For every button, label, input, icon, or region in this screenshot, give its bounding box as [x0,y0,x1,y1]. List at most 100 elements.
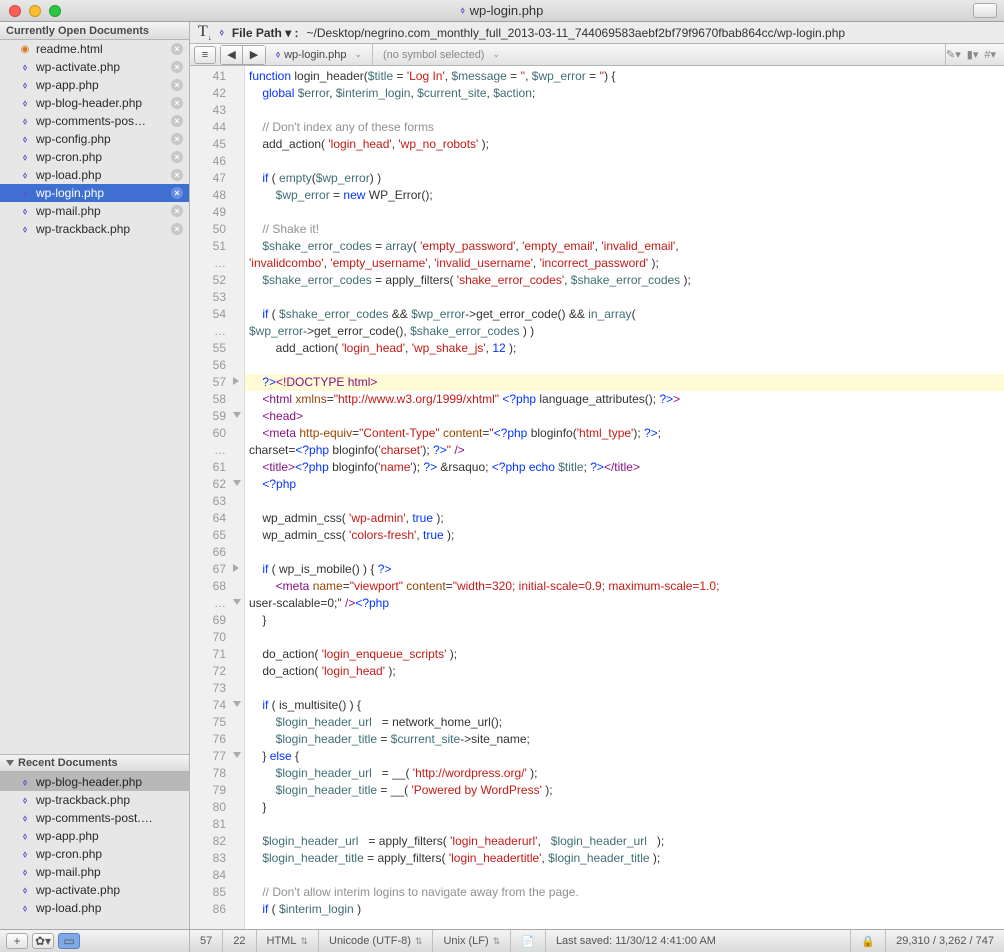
line-indicator[interactable]: 57 [190,930,223,952]
code-line[interactable]: <head> [245,408,1004,425]
add-button[interactable]: + [6,933,28,949]
recent-documents-header[interactable]: Recent Documents [0,754,189,772]
code-line[interactable]: <html xmlns="http://www.w3.org/1999/xhtm… [245,391,1004,408]
file-item[interactable]: ⬨wp-trackback.php [0,791,189,809]
line-number[interactable]: 55 [190,340,244,357]
nav-forward-button[interactable]: ▶ [243,46,265,64]
code-line[interactable] [245,544,1004,561]
document-lock-icon[interactable]: 🔒 [851,930,886,952]
line-number[interactable]: 58 [190,391,244,408]
line-number[interactable]: 42 [190,85,244,102]
toolbar-toggle-button[interactable] [973,3,997,18]
open-documents-header[interactable]: Currently Open Documents [0,22,189,40]
line-number[interactable]: 75 [190,714,244,731]
close-file-button[interactable]: × [171,97,183,109]
code-line[interactable]: $login_header_url = apply_filters( 'logi… [245,833,1004,850]
line-number[interactable]: … [190,255,244,272]
line-number[interactable]: 70 [190,629,244,646]
code-editor[interactable]: 4142434445464748495051…525354…5556575859… [190,66,1004,929]
code-line[interactable] [245,629,1004,646]
code-line[interactable]: $wp_error = new WP_Error(); [245,187,1004,204]
code-line[interactable] [245,493,1004,510]
code-line[interactable]: user-scalable=0;" /><?php [245,595,1004,612]
action-menu-button[interactable]: ✿▾ [32,933,54,949]
code-line[interactable]: $shake_error_codes = apply_filters( 'sha… [245,272,1004,289]
code-line[interactable]: 'invalidcombo', 'empty_username', 'inval… [245,255,1004,272]
code-line[interactable]: $wp_error->get_error_code(), $shake_erro… [245,323,1004,340]
line-number[interactable]: 69 [190,612,244,629]
code-line[interactable]: // Shake it! [245,221,1004,238]
code-line[interactable]: function login_header($title = 'Log In',… [245,68,1004,85]
code-line[interactable] [245,680,1004,697]
line-number[interactable]: 79 [190,782,244,799]
file-item[interactable]: ⬨wp-blog-header.php× [0,94,189,112]
file-item[interactable]: ⬨wp-cron.php× [0,148,189,166]
code-line[interactable]: ?><!DOCTYPE html> [245,374,1004,391]
code-line[interactable] [245,816,1004,833]
close-file-button[interactable]: × [171,169,183,181]
close-file-button[interactable]: × [171,43,183,55]
code-line[interactable]: if ( $interim_login ) [245,901,1004,918]
code-line[interactable] [245,204,1004,221]
close-file-button[interactable]: × [171,205,183,217]
file-item[interactable]: ◉readme.html× [0,40,189,58]
line-number[interactable]: 76 [190,731,244,748]
file-item[interactable]: ⬨wp-trackback.php× [0,220,189,238]
file-item[interactable]: ⬨wp-config.php× [0,130,189,148]
line-number[interactable]: 61 [190,459,244,476]
file-item[interactable]: ⬨wp-activate.php [0,881,189,899]
sidebar-tool-icon[interactable]: ▮▾ [967,48,979,61]
column-indicator[interactable]: 22 [223,930,256,952]
line-number[interactable]: 85 [190,884,244,901]
code-line[interactable]: <meta name="viewport" content="width=320… [245,578,1004,595]
code-line[interactable]: <?php [245,476,1004,493]
line-number[interactable]: 56 [190,357,244,374]
line-number[interactable]: 81 [190,816,244,833]
line-number[interactable]: 53 [190,289,244,306]
line-number[interactable]: 50 [190,221,244,238]
file-item[interactable]: ⬨wp-load.php [0,899,189,917]
line-number[interactable]: 72 [190,663,244,680]
line-number[interactable]: 71 [190,646,244,663]
code-line[interactable]: $login_header_title = apply_filters( 'lo… [245,850,1004,867]
file-item[interactable]: ⬨wp-activate.php× [0,58,189,76]
close-window-button[interactable] [9,5,21,17]
code-line[interactable]: global $error, $interim_login, $current_… [245,85,1004,102]
line-number[interactable]: 84 [190,867,244,884]
line-number[interactable]: 67 [190,561,244,578]
code-line[interactable]: <meta http-equiv="Content-Type" content=… [245,425,1004,442]
line-number[interactable]: 47 [190,170,244,187]
file-item[interactable]: ⬨wp-comments-pos…× [0,112,189,130]
view-mode-button[interactable]: ▭ [58,933,80,949]
line-number[interactable]: 73 [190,680,244,697]
line-number[interactable]: 51 [190,238,244,255]
code-line[interactable]: if ( empty($wp_error) ) [245,170,1004,187]
close-file-button[interactable]: × [171,223,183,235]
file-crumb[interactable]: ⬨ wp-login.php⌄ [266,44,373,65]
line-number[interactable]: 54 [190,306,244,323]
code-line[interactable]: } else { [245,748,1004,765]
file-item[interactable]: ⬨wp-app.php× [0,76,189,94]
line-number[interactable]: 48 [190,187,244,204]
code-line[interactable] [245,289,1004,306]
language-selector[interactable]: HTML⇅ [257,930,320,952]
code-content[interactable]: function login_header($title = 'Log In',… [245,66,1004,929]
code-line[interactable]: if ( is_multisite() ) { [245,697,1004,714]
code-line[interactable]: do_action( 'login_enqueue_scripts' ); [245,646,1004,663]
line-number[interactable]: 63 [190,493,244,510]
code-line[interactable]: } [245,799,1004,816]
line-number[interactable]: 59 [190,408,244,425]
line-number[interactable]: 60 [190,425,244,442]
edit-tool-icon[interactable]: ✎▾ [946,48,961,61]
code-line[interactable]: wp_admin_css( 'colors-fresh', true ); [245,527,1004,544]
code-line[interactable]: if ( wp_is_mobile() ) { ?> [245,561,1004,578]
code-line[interactable] [245,153,1004,170]
close-file-button[interactable]: × [171,133,183,145]
file-item[interactable]: ⬨wp-comments-post.… [0,809,189,827]
line-number[interactable]: 44 [190,119,244,136]
line-number[interactable]: 43 [190,102,244,119]
zoom-window-button[interactable] [49,5,61,17]
code-line[interactable]: add_action( 'login_head', 'wp_no_robots'… [245,136,1004,153]
nav-back-button[interactable]: ◀ [221,46,243,64]
line-number[interactable]: 83 [190,850,244,867]
